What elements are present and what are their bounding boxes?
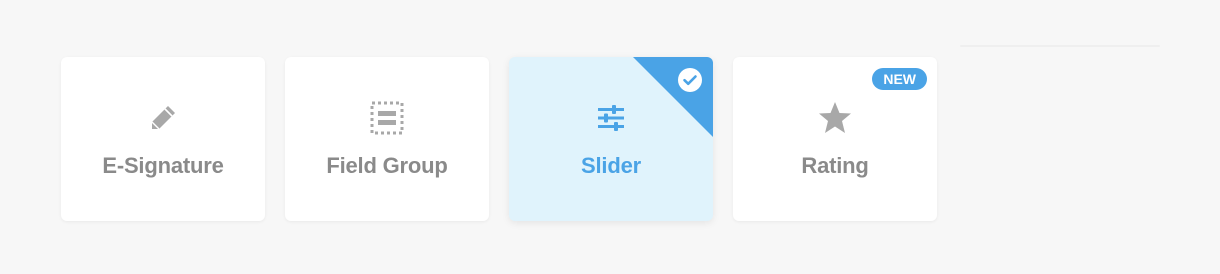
field-type-card-field-group[interactable]: Field Group	[285, 57, 489, 221]
check-circle-icon	[677, 67, 703, 93]
star-icon	[817, 100, 853, 136]
pencil-icon	[145, 100, 181, 136]
card-label: E-Signature	[102, 153, 224, 178]
new-badge: NEW	[872, 68, 927, 90]
field-type-card-slider[interactable]: Slider	[509, 57, 713, 221]
sliders-icon	[593, 100, 629, 136]
card-label: Rating	[801, 153, 869, 178]
field-type-card-e-signature[interactable]: E-Signature	[61, 57, 265, 221]
card-label: Slider	[581, 153, 641, 178]
field-type-card-rating[interactable]: NEW Rating	[733, 57, 937, 221]
card-label: Field Group	[326, 153, 448, 178]
divider-line	[960, 45, 1160, 47]
field-group-icon	[369, 100, 405, 136]
